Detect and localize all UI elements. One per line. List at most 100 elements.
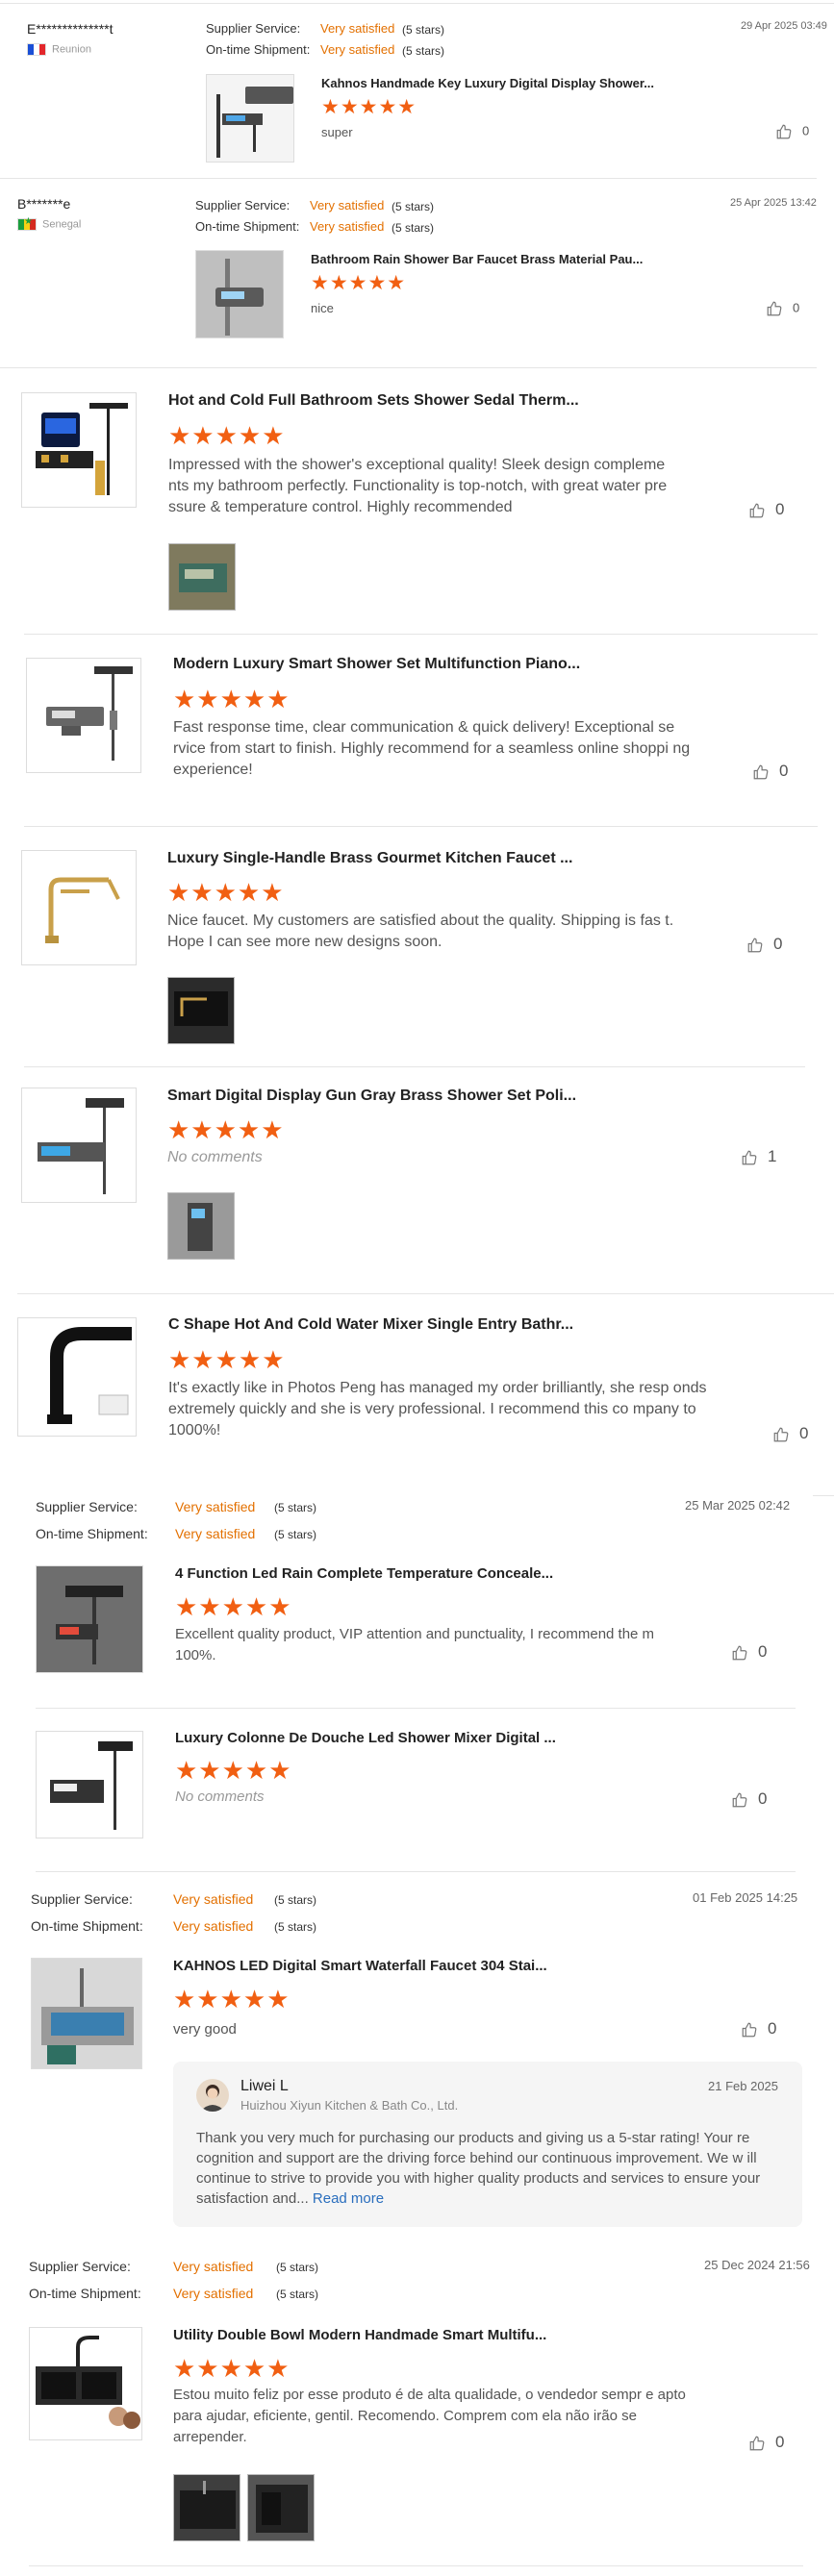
- product-image[interactable]: [36, 1731, 143, 1838]
- rating-stars: ★★★★★: [173, 1985, 291, 2013]
- rating-stars: ★★★★★: [168, 1345, 286, 1374]
- on-time-shipment-stars: (5 stars): [392, 221, 435, 235]
- product-title-link[interactable]: Kahnos Handmade Key Luxury Digital Displ…: [321, 76, 654, 90]
- product-title-link[interactable]: Smart Digital Display Gun Gray Brass Sho…: [167, 1088, 576, 1105]
- like-button[interactable]: 0: [766, 300, 799, 317]
- like-button[interactable]: 0: [731, 1642, 767, 1662]
- like-button[interactable]: 0: [748, 2433, 784, 2452]
- review-date: 25 Dec 2024 21:56: [704, 2258, 810, 2272]
- product-image[interactable]: [31, 1958, 142, 2069]
- rating-stars: ★★★★★: [173, 2354, 291, 2383]
- france-flag-icon: [27, 43, 46, 56]
- thumbs-up-icon: [741, 2021, 758, 2038]
- supplier-service-stars: (5 stars): [274, 1501, 317, 1514]
- thumbs-up-icon: [748, 2435, 766, 2452]
- like-button[interactable]: 0: [746, 935, 782, 954]
- supplier-service-value: Very satisfied: [175, 1499, 256, 1514]
- supplier-service-label: Supplier Service:: [195, 198, 291, 213]
- rating-stars: ★★★★★: [321, 96, 417, 118]
- on-time-shipment-value: Very satisfied: [310, 219, 385, 234]
- product-title-link[interactable]: 4 Function Led Rain Complete Temperature…: [175, 1565, 553, 1582]
- supplier-service-value: Very satisfied: [310, 198, 385, 213]
- review-text: Impressed with the shower's exceptional …: [168, 457, 668, 515]
- on-time-shipment-stars: (5 stars): [402, 44, 445, 58]
- product-title-link[interactable]: C Shape Hot And Cold Water Mixer Single …: [168, 1316, 573, 1334]
- product-image[interactable]: [21, 1088, 137, 1203]
- like-button[interactable]: 0: [752, 762, 788, 781]
- product-image[interactable]: [21, 850, 137, 965]
- supplier-service-value: Very satisfied: [173, 1891, 254, 1907]
- review-photo-thumbnail[interactable]: [167, 1192, 235, 1260]
- supplier-service-stars: (5 stars): [276, 2261, 319, 2274]
- on-time-shipment-value: Very satisfied: [320, 42, 395, 57]
- product-title-link[interactable]: Utility Double Bowl Modern Handmade Smar…: [173, 2327, 546, 2343]
- avatar: [196, 2079, 229, 2112]
- like-button[interactable]: 0: [775, 123, 809, 140]
- product-image[interactable]: [195, 250, 284, 338]
- review-date: 25 Mar 2025 02:42: [685, 1498, 791, 1513]
- product-title-link[interactable]: KAHNOS LED Digital Smart Waterfall Fauce…: [173, 1958, 547, 1974]
- on-time-shipment-value: Very satisfied: [173, 2286, 254, 2301]
- product-image[interactable]: [21, 392, 137, 508]
- like-button[interactable]: 1: [741, 1147, 776, 1166]
- rating-stars: ★★★★★: [175, 1592, 292, 1621]
- like-button[interactable]: 0: [741, 2019, 776, 2038]
- review-photo-thumbnail[interactable]: [167, 977, 235, 1044]
- thumbs-up-icon: [772, 1426, 790, 1443]
- review-date: 25 Apr 2025 13:42: [730, 197, 817, 209]
- supplier-service-label: Supplier Service:: [31, 1891, 133, 1907]
- reviewer-country: Senegal: [17, 216, 81, 231]
- on-time-shipment-stars: (5 stars): [274, 1528, 317, 1541]
- review-photo-thumbnail[interactable]: [173, 2474, 240, 2541]
- review-text: nice: [311, 301, 334, 315]
- thumbs-up-icon: [746, 937, 764, 954]
- product-title-link[interactable]: Hot and Cold Full Bathroom Sets Shower S…: [168, 392, 579, 410]
- thumbs-up-icon: [731, 1791, 748, 1809]
- supplier-service-value: Very satisfied: [320, 21, 395, 36]
- product-image[interactable]: [17, 1317, 137, 1437]
- review-text: very good: [173, 2021, 237, 2038]
- product-title-link[interactable]: Luxury Colonne De Douche Led Shower Mixe…: [175, 1730, 556, 1746]
- product-image[interactable]: [206, 74, 294, 163]
- review-text: Nice faucet. My customers are satisfied …: [167, 913, 674, 950]
- rating-stars: ★★★★★: [167, 1115, 285, 1144]
- read-more-link[interactable]: Read more: [313, 2190, 384, 2207]
- product-title-link[interactable]: Modern Luxury Smart Shower Set Multifunc…: [173, 656, 580, 673]
- product-title-link[interactable]: Bathroom Rain Shower Bar Faucet Brass Ma…: [311, 252, 643, 266]
- review-text: super: [321, 125, 353, 139]
- no-comments-text: No comments: [167, 1149, 263, 1165]
- review-photo-thumbnail[interactable]: [247, 2474, 315, 2541]
- review-date: 01 Feb 2025 14:25: [693, 1890, 798, 1905]
- reply-company: Huizhou Xiyun Kitchen & Bath Co., Ltd.: [240, 2098, 459, 2113]
- review-text: Estou muito feliz por esse produto é de …: [173, 2387, 686, 2445]
- like-button[interactable]: 0: [772, 1424, 808, 1443]
- rating-stars: ★★★★★: [173, 685, 291, 713]
- supplier-service-stars: (5 stars): [402, 23, 445, 37]
- rating-stars: ★★★★★: [175, 1756, 292, 1785]
- review-photo-thumbnail[interactable]: [168, 543, 236, 611]
- like-button[interactable]: 0: [731, 1789, 767, 1809]
- on-time-shipment-stars: (5 stars): [274, 1920, 317, 1934]
- thumbs-up-icon: [766, 300, 783, 317]
- on-time-shipment-label: On-time Shipment:: [206, 42, 311, 57]
- product-image[interactable]: [26, 658, 141, 773]
- reviewer-country: Reunion: [27, 43, 91, 56]
- senegal-flag-icon: [17, 216, 37, 231]
- product-image[interactable]: [29, 2327, 142, 2440]
- on-time-shipment-label: On-time Shipment:: [36, 1526, 148, 1541]
- thumbs-up-icon: [741, 1149, 758, 1166]
- thumbs-up-icon: [748, 502, 766, 519]
- supplier-service-label: Supplier Service:: [29, 2259, 131, 2274]
- review-text: It's exactly like in Photos Peng has man…: [168, 1380, 707, 1438]
- review-text: Excellent quality product, VIP attention…: [175, 1626, 655, 1663]
- thumbs-up-icon: [775, 123, 793, 140]
- rating-stars: ★★★★★: [167, 878, 285, 907]
- review-text: Fast response time, clear communication …: [173, 719, 691, 778]
- reviewer-name: B*******e: [17, 196, 71, 212]
- product-title-link[interactable]: Luxury Single-Handle Brass Gourmet Kitch…: [167, 850, 572, 867]
- on-time-shipment-label: On-time Shipment:: [29, 2286, 141, 2301]
- reply-text-block: Thank you very much for purchasing our p…: [196, 2128, 783, 2209]
- product-image[interactable]: [36, 1565, 143, 1673]
- like-button[interactable]: 0: [748, 500, 784, 519]
- reply-date: 21 Feb 2025: [708, 2079, 779, 2093]
